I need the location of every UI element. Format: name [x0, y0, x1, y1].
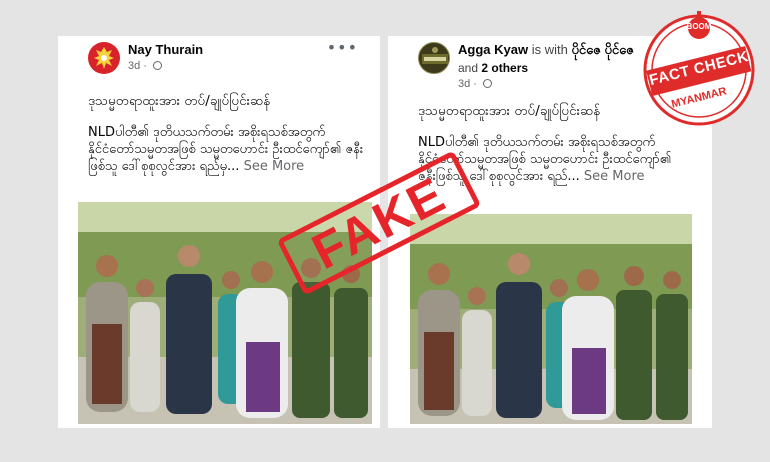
globe-icon	[153, 61, 163, 70]
see-more-link[interactable]: See More	[584, 169, 645, 184]
see-more-link[interactable]: See More	[244, 159, 305, 174]
post-photo[interactable]	[410, 214, 692, 424]
post-meta: 3d ·	[458, 78, 493, 90]
and-text: and	[458, 61, 479, 75]
more-options-icon[interactable]: •••	[327, 38, 358, 57]
author-avatar[interactable]	[418, 42, 450, 74]
post-headline: ဒုသမ္မတရာထူးအား တပ်/ချုပ်ပြင်းဆန်	[88, 93, 271, 109]
profile-emblem-icon	[422, 47, 448, 64]
author-name[interactable]: Nay Thurain	[128, 42, 203, 57]
post-body: NLDပါတီ၏ ဒုတိယသက်တမ်း အစိုးရသစ်အတွက် နို…	[88, 124, 372, 175]
author-avatar[interactable]	[88, 42, 120, 74]
group-walking-photo	[410, 214, 692, 424]
is-with-text: is with	[531, 42, 568, 57]
globe-icon	[483, 79, 493, 88]
post-time[interactable]: 3d	[128, 60, 140, 72]
author-name[interactable]: Agga Kyaw	[458, 42, 528, 57]
others-link[interactable]: 2 others	[481, 61, 528, 75]
tagged-others-line: and 2 others	[458, 61, 528, 75]
tagged-user[interactable]: ပိုင်ဇေ ပိုင်ဇေ	[571, 42, 633, 57]
peacock-icon	[94, 47, 114, 69]
post-body-text: NLDပါတီ၏ ဒုတိယသက်တမ်း အစိုးရသစ်အတွက် နို…	[88, 125, 364, 174]
post-time[interactable]: 3d	[458, 78, 470, 90]
post-meta: 3d ·	[128, 60, 163, 72]
badge-top-text: BOOM	[686, 22, 712, 31]
boom-fact-check-badge: BOOM FACT CHECK MYANMAR	[640, 8, 758, 126]
author-line: Agga Kyaw is with ပိုင်ဇေ ပိုင်ဇေ	[458, 42, 634, 61]
post-headline: ဒုသမ္မတရာထူးအား တပ်/ချုပ်ပြင်းဆန်	[418, 103, 601, 119]
